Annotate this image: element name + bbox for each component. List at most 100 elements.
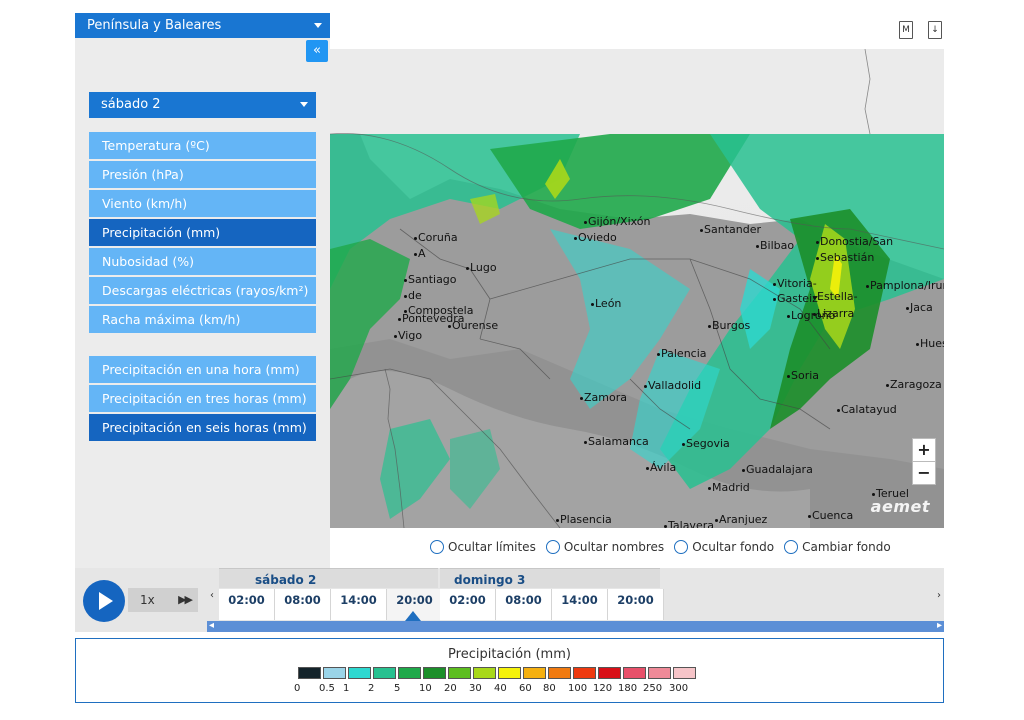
city-label: León — [590, 297, 622, 310]
time-slot[interactable]: 14:00 — [552, 589, 608, 620]
fast-forward-icon[interactable]: ▶▶ — [178, 588, 193, 612]
minus-icon: − — [917, 463, 931, 482]
checkbox-icon[interactable] — [430, 540, 444, 554]
menu-item-descargas[interactable]: Descargas eléctricas (rayos/km²) — [89, 277, 316, 304]
caret-down-icon — [314, 23, 322, 28]
city-label: Ourense — [447, 319, 499, 332]
legend-label: 2 — [368, 683, 375, 694]
map-canvas — [330, 49, 944, 528]
city-label: Ávila — [645, 461, 677, 474]
time-slot[interactable]: 14:00 — [331, 589, 387, 620]
option-cambiar-fondo[interactable]: Cambiar fondo — [784, 537, 891, 557]
time-slot[interactable]: 08:00 — [496, 589, 552, 620]
day-select[interactable]: sábado 2 — [89, 92, 316, 118]
weather-map[interactable]: Coruña A Santiago de Compostela Ponteved… — [330, 49, 944, 528]
city-label: Madrid — [708, 481, 750, 494]
menu-item-nubosidad[interactable]: Nubosidad (%) — [89, 248, 316, 275]
legend-swatch — [623, 667, 646, 679]
aemet-watermark: aemet — [870, 497, 930, 516]
legend-label: 20 — [444, 683, 457, 694]
city-label: Hues — [916, 337, 944, 350]
checkbox-icon[interactable] — [674, 540, 689, 554]
collapse-panel-button[interactable]: « — [306, 40, 328, 62]
option-label: Cambiar fondo — [802, 540, 891, 554]
option-ocultar-limites[interactable]: Ocultar límites — [430, 537, 536, 557]
legend-swatch — [648, 667, 671, 679]
city-label: Sebastián — [815, 251, 875, 264]
timeline-prev-icon[interactable]: ‹ — [210, 590, 214, 601]
option-label: Ocultar límites — [448, 540, 536, 554]
city-label: Calatayud — [837, 403, 897, 416]
timeline-next-icon[interactable]: › — [937, 590, 941, 601]
zoom-out-button[interactable]: − — [912, 461, 936, 485]
legend-label: 30 — [469, 683, 482, 694]
city-label: Lugo — [466, 261, 497, 274]
menu-item-viento[interactable]: Viento (km/h) — [89, 190, 316, 217]
city-label: Jaca — [906, 301, 933, 314]
city-label: Zaragoza — [886, 378, 942, 391]
city-label: Coruña — [414, 231, 458, 244]
city-label: Talavera — [664, 519, 714, 528]
option-ocultar-nombres[interactable]: Ocultar nombres — [545, 537, 664, 557]
legend-swatch — [373, 667, 396, 679]
city-label: Vitoria- — [773, 277, 817, 290]
speed-control[interactable]: 1x ▶▶ — [128, 588, 198, 612]
double-chevron-left-icon: « — [313, 43, 321, 58]
zoom-in-button[interactable]: + — [912, 438, 936, 462]
map-options: Ocultar límites Ocultar nombres Ocultar … — [430, 537, 895, 557]
city-label: Palencia — [657, 347, 707, 360]
play-button[interactable] — [83, 580, 125, 622]
legend-swatch — [523, 667, 546, 679]
city-label: Logroño — [786, 309, 836, 322]
menu-item-precip-3h[interactable]: Precipitación en tres horas (mm) — [89, 385, 316, 412]
city-label: Burgos — [707, 319, 751, 332]
city-label: Santander — [700, 223, 761, 236]
time-slot[interactable]: 02:00 — [219, 589, 275, 620]
city-label: Segovia — [682, 437, 730, 450]
checkbox-icon[interactable] — [545, 540, 560, 554]
legend-swatch — [348, 667, 371, 679]
legend-label: 250 — [643, 683, 663, 694]
timeline-scrollbar[interactable]: ◂ ▸ — [207, 620, 944, 632]
menu-item-precip-6h[interactable]: Precipitación en seis horas (mm) — [89, 414, 316, 441]
legend-label: 300 — [669, 683, 689, 694]
map-document-letter: M — [902, 25, 910, 35]
download-icon[interactable]: ↓ — [928, 21, 942, 39]
menu-item-temperatura[interactable]: Temperatura (ºC) — [89, 132, 316, 159]
legend-swatch — [423, 667, 446, 679]
legend-label: 80 — [543, 683, 556, 694]
city-label: Vigo — [393, 329, 423, 342]
selected-time-marker-icon — [405, 611, 421, 621]
city-label: A — [414, 247, 426, 260]
plus-icon: + — [917, 440, 931, 459]
scroll-right-icon[interactable]: ▸ — [937, 620, 942, 631]
checkbox-icon[interactable] — [784, 540, 799, 554]
menu-item-precip-1h[interactable]: Precipitación en una hora (mm) — [89, 356, 316, 383]
legend-swatch — [598, 667, 621, 679]
caret-down-icon — [300, 102, 308, 107]
legend-swatch — [548, 667, 571, 679]
legend-label: 10 — [419, 683, 432, 694]
city-label: Plasencia — [556, 513, 612, 526]
region-select-value: Península y Baleares — [87, 18, 222, 33]
time-slot[interactable]: 20:00 — [608, 589, 664, 620]
download-arrow: ↓ — [931, 25, 939, 35]
scroll-left-icon[interactable]: ◂ — [209, 620, 214, 631]
legend-label: 180 — [618, 683, 638, 694]
time-slot[interactable]: 02:00 — [440, 589, 496, 620]
region-select[interactable]: Península y Baleares — [75, 13, 330, 38]
map-document-icon[interactable]: M — [899, 21, 913, 39]
option-ocultar-fondo[interactable]: Ocultar fondo — [674, 537, 774, 557]
menu-item-precipitacion[interactable]: Precipitación (mm) — [89, 219, 316, 246]
time-slot[interactable]: 08:00 — [275, 589, 331, 620]
legend-swatch — [498, 667, 521, 679]
city-label: Pamplona/Iruña — [865, 279, 944, 292]
legend-swatch — [673, 667, 696, 679]
city-label: Santiago — [404, 273, 457, 286]
legend-label: 0 — [294, 683, 301, 694]
legend-label: 100 — [568, 683, 588, 694]
legend-swatch — [448, 667, 471, 679]
menu-item-presion[interactable]: Presión (hPa) — [89, 161, 316, 188]
city-label: Valladolid — [643, 379, 702, 392]
menu-item-racha[interactable]: Racha máxima (km/h) — [89, 306, 316, 333]
